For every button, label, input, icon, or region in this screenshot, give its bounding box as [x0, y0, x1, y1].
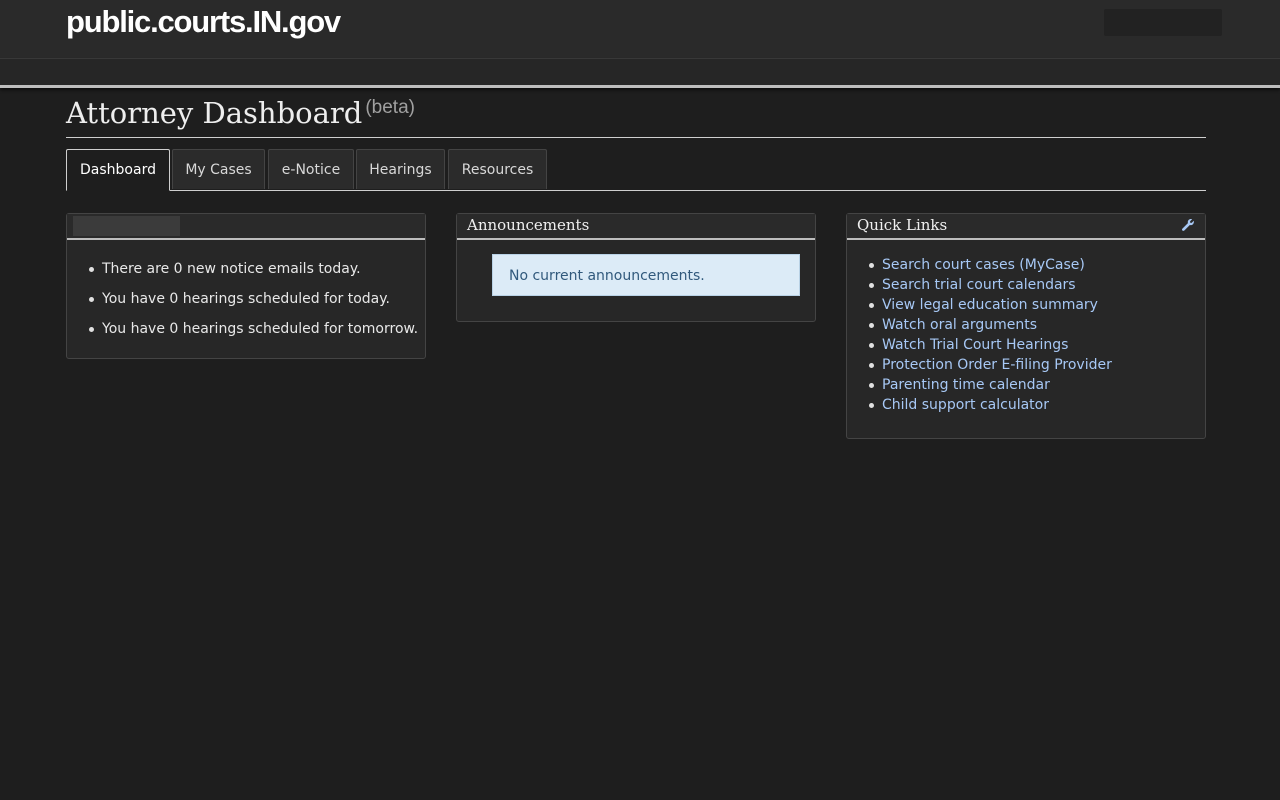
account-menu-redacted[interactable] [1104, 9, 1222, 36]
list-item: Search trial court calendars [869, 275, 1205, 295]
link-child-support-calculator[interactable]: Child support calculator [882, 397, 1049, 413]
link-protection-order-efiling[interactable]: Protection Order E-filing Provider [882, 357, 1112, 373]
status-panel: There are 0 new notice emails today. You… [66, 213, 426, 359]
link-search-trial-calendars[interactable]: Search trial court calendars [882, 277, 1076, 293]
link-oral-arguments[interactable]: Watch oral arguments [882, 317, 1037, 333]
list-item: Watch Trial Court Hearings [869, 335, 1205, 355]
quick-links-panel: Quick Links Search court cases (MyCase) … [846, 213, 1206, 439]
tab-my-cases[interactable]: My Cases [172, 149, 265, 189]
list-item: View legal education summary [869, 295, 1205, 315]
status-list: There are 0 new notice emails today. You… [67, 240, 425, 358]
wrench-icon[interactable] [1181, 218, 1195, 232]
list-item: Watch oral arguments [869, 315, 1205, 335]
quick-links-title: Quick Links [857, 216, 948, 234]
list-item: Protection Order E-filing Provider [869, 355, 1205, 375]
announcement-message: No current announcements. [492, 254, 800, 296]
announcements-body: No current announcements. [457, 240, 815, 321]
tab-resources[interactable]: Resources [448, 149, 547, 189]
link-legal-education-summary[interactable]: View legal education summary [882, 297, 1098, 313]
status-panel-header [67, 214, 425, 240]
title-divider [66, 137, 1206, 138]
list-item: Child support calculator [869, 395, 1205, 415]
tab-dashboard[interactable]: Dashboard [66, 149, 170, 191]
tab-hearings[interactable]: Hearings [356, 149, 445, 189]
quick-links-list: Search court cases (MyCase) Search trial… [847, 240, 1205, 430]
tab-e-notice[interactable]: e-Notice [268, 149, 354, 189]
announcements-header: Announcements [457, 214, 815, 240]
status-item-hearings-today: You have 0 hearings scheduled for today. [89, 284, 425, 314]
page-title-text: Attorney Dashboard [66, 96, 363, 130]
page-title: Attorney Dashboard (beta) [66, 96, 415, 130]
announcements-title: Announcements [467, 216, 590, 234]
announcements-panel: Announcements No current announcements. [456, 213, 816, 322]
list-item: Parenting time calendar [869, 375, 1205, 395]
site-logo[interactable]: public.courts.IN.gov [66, 4, 341, 40]
dashboard-tabs: Dashboard My Cases e-Notice Hearings Res… [66, 149, 1206, 191]
list-item: Search court cases (MyCase) [869, 255, 1205, 275]
top-navbar: public.courts.IN.gov [0, 0, 1280, 59]
secondary-bar [0, 59, 1280, 88]
beta-label: (beta) [365, 97, 415, 118]
link-search-court-cases[interactable]: Search court cases (MyCase) [882, 257, 1085, 273]
status-item-notices: There are 0 new notice emails today. [89, 254, 425, 284]
quick-links-header: Quick Links [847, 214, 1205, 240]
redacted-name [73, 216, 180, 236]
link-trial-court-hearings[interactable]: Watch Trial Court Hearings [882, 337, 1068, 353]
status-item-hearings-tomorrow: You have 0 hearings scheduled for tomorr… [89, 314, 425, 344]
link-parenting-time-calendar[interactable]: Parenting time calendar [882, 377, 1050, 393]
